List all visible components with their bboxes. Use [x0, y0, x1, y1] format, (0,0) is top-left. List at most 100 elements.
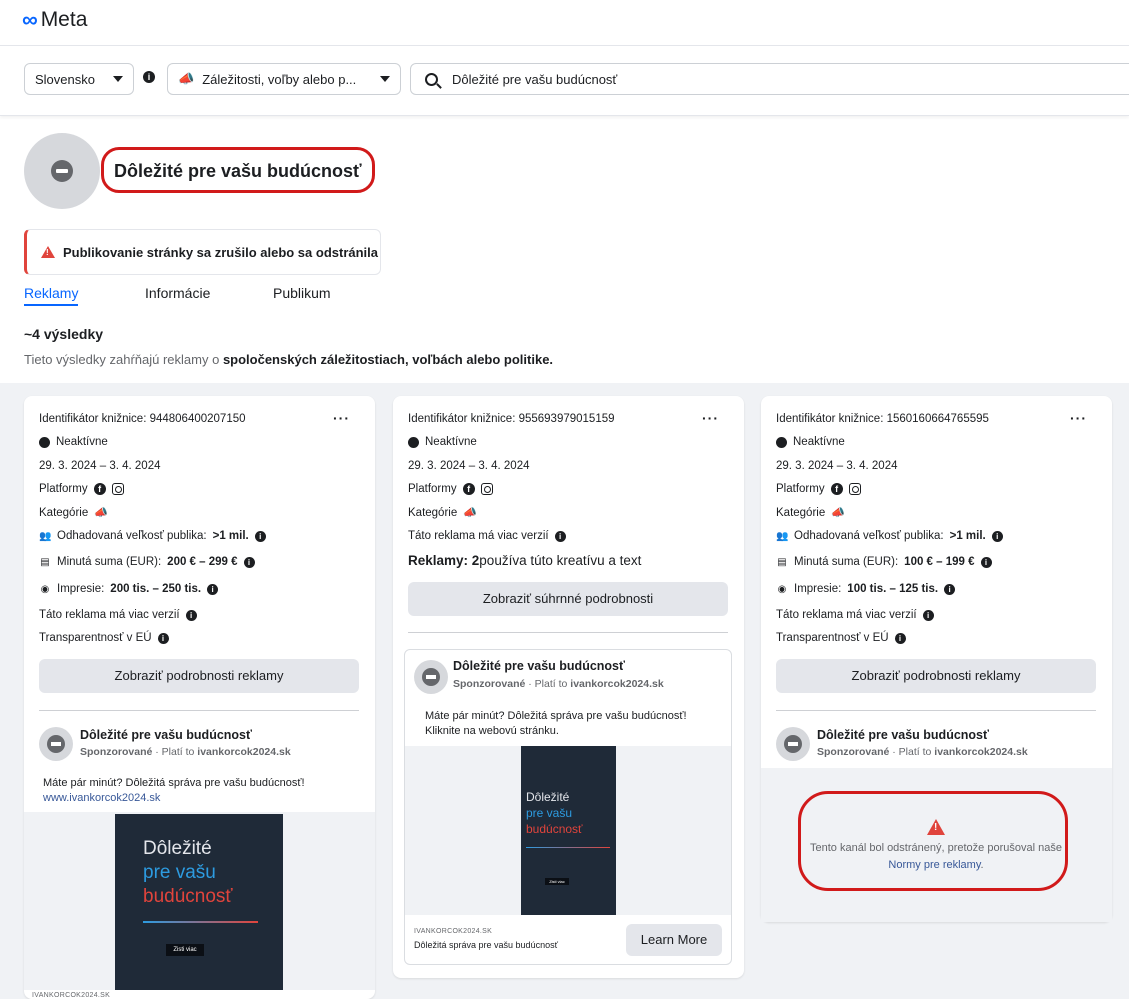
transparency-text: Transparentnosť v EÚ	[39, 632, 152, 644]
info-icon[interactable]: i	[991, 530, 1003, 542]
ad-body-line-2: Kliknite na webovú stránku.	[425, 725, 559, 737]
platforms-label: Platformy	[408, 483, 457, 495]
ad-card: Identifikátor knižnice: 944806400207150 …	[24, 396, 375, 999]
chevron-down-icon	[113, 76, 123, 82]
platforms: Platformy f	[408, 483, 493, 495]
creative-line-3: budúcnosť	[526, 822, 583, 836]
facebook-icon: f	[830, 483, 843, 495]
learn-more-button[interactable]: Learn More	[626, 924, 722, 956]
info-icon[interactable]: i	[554, 530, 566, 542]
platforms: Platformy f	[39, 483, 124, 495]
more-options-icon[interactable]: ···	[333, 410, 350, 426]
ads-count-rest: používa túto kreatívu a text	[479, 553, 642, 568]
platforms-label: Platformy	[776, 483, 825, 495]
results-note-bold: spoločenských záležitostiach, voľbách al…	[222, 352, 554, 367]
money-icon: ▤	[40, 556, 50, 568]
audience-value: >1 mil.	[949, 530, 986, 542]
creative-line-2: pre vašu	[526, 806, 573, 820]
info-icon[interactable]: i	[185, 609, 197, 621]
divider	[408, 632, 728, 633]
more-options-icon[interactable]: ···	[1070, 410, 1087, 426]
creative-line-1: Dôležité	[526, 790, 570, 804]
warning-icon	[41, 246, 55, 258]
advertiser-name[interactable]: Dôležité pre vašu budúcnosť	[80, 728, 252, 742]
paid-by-label: · Platí to	[525, 678, 571, 690]
search-input[interactable]: Dôležité pre vašu budúcnosť	[410, 63, 1129, 95]
sponsored-label: Sponzorované	[453, 678, 526, 690]
creative-line-1: Dôležité	[143, 838, 212, 859]
creative-cta: Zisti viac	[166, 944, 204, 956]
info-icon[interactable]: i	[922, 609, 934, 621]
advertiser-name[interactable]: Dôležité pre vašu budúcnosť	[817, 728, 989, 742]
ad-body-text: Máte pár minút? Dôležitá správa pre vašu…	[43, 777, 305, 789]
advertiser-avatar[interactable]	[776, 727, 810, 761]
info-icon[interactable]: i	[980, 556, 992, 568]
info-icon[interactable]: i	[207, 583, 219, 595]
sponsored-line: Sponzorované · Platí to ivankorcok2024.s…	[453, 678, 664, 690]
payer-name: ivankorcok2024.sk	[197, 746, 291, 758]
info-icon[interactable]: i	[157, 632, 169, 644]
ad-body: Máte pár minút? Dôležitá správa pre vašu…	[425, 709, 725, 739]
advertiser-avatar[interactable]	[39, 727, 73, 761]
removed-notice-end: .	[980, 859, 984, 871]
see-summary-details-button[interactable]: Zobraziť súhrnné podrobnosti	[408, 582, 728, 616]
sponsored-line: Sponzorované · Platí to ivankorcok2024.s…	[80, 746, 291, 758]
divider	[776, 710, 1096, 711]
transparency: Transparentnosť v EÚ i	[776, 632, 906, 644]
impressions-label: Impresie:	[794, 583, 842, 595]
date-range: 29. 3. 2024 – 3. 4. 2024	[39, 460, 161, 472]
advertiser-name[interactable]: Dôležité pre vašu budúcnosť	[453, 659, 625, 673]
people-icon: 👥	[39, 530, 52, 542]
alert-text: Publikovanie stránky sa zrušilo alebo sa…	[63, 244, 379, 260]
ad-standards-link[interactable]: Normy pre reklamy	[888, 859, 980, 871]
megaphone-icon: 📣	[94, 507, 108, 519]
tab-info[interactable]: Informácie	[145, 285, 210, 301]
audience-size: 👥 Odhadovaná veľkosť publika: >1 mil. i	[776, 530, 1003, 542]
versions: Táto reklama má viac verzií i	[39, 609, 197, 621]
ad-creative-image[interactable]: Dôležité pre vašu budúcnosť Zisti viac	[521, 746, 616, 915]
link-domain: IVANKORCOK2024.SK	[32, 992, 111, 999]
spend-value: 200 € – 299 €	[167, 556, 238, 568]
info-icon[interactable]: i	[894, 632, 906, 644]
tab-ads[interactable]: Reklamy	[24, 285, 79, 306]
instagram-icon	[111, 483, 124, 495]
country-select[interactable]: Slovensko	[24, 63, 134, 95]
info-icon[interactable]: i	[243, 556, 255, 568]
warning-icon	[927, 819, 945, 835]
meta-logo-text: Meta	[40, 8, 88, 31]
creative-cta: Zisti viac	[545, 878, 569, 885]
status-text: Neaktívne	[425, 436, 477, 448]
library-id: Identifikátor knižnice: 944806400207150	[39, 413, 246, 425]
ad-preview: Dôležité pre vašu budúcnosť Sponzorované…	[404, 649, 732, 965]
top-header: ∞ Meta	[0, 0, 1129, 46]
status: Neaktívne	[39, 436, 108, 448]
see-ad-details-button[interactable]: Zobraziť podrobnosti reklamy	[39, 659, 359, 693]
tab-audience[interactable]: Publikum	[273, 285, 331, 301]
ad-category-select[interactable]: 📣 Záležitosti, voľby alebo p...	[167, 63, 401, 95]
versions: Táto reklama má viac verzií i	[408, 530, 566, 542]
advertiser-avatar[interactable]	[414, 660, 448, 694]
page-removed-alert: Publikovanie stránky sa zrušilo alebo sa…	[24, 229, 381, 275]
categories-label: Kategórie	[408, 506, 458, 519]
info-icon[interactable]: i	[254, 530, 266, 542]
see-ad-details-button[interactable]: Zobraziť podrobnosti reklamy	[776, 659, 1096, 693]
versions: Táto reklama má viac verzií i	[776, 609, 934, 621]
inactive-icon	[408, 436, 419, 448]
ad-body-link[interactable]: www.ivankorcok2024.sk	[43, 791, 363, 806]
page-avatar	[24, 133, 100, 209]
removed-notice-text: Tento kanál bol odstránený, pretože poru…	[810, 842, 1062, 854]
date-range: 29. 3. 2024 – 3. 4. 2024	[776, 460, 898, 472]
results-note-prefix: Tieto výsledky zahŕňajú reklamy o	[24, 352, 223, 367]
meta-infinity-icon: ∞	[22, 7, 38, 32]
transparency: Transparentnosť v EÚ i	[39, 632, 169, 644]
payer-name: ivankorcok2024.sk	[570, 678, 664, 690]
audience-label: Odhadovaná veľkosť publika:	[57, 530, 207, 542]
inactive-icon	[776, 436, 787, 448]
info-icon[interactable]: i	[944, 583, 956, 595]
info-icon[interactable]: i	[143, 71, 155, 83]
more-options-icon[interactable]: ···	[702, 410, 719, 426]
creative-divider	[526, 847, 610, 848]
status-text: Neaktívne	[793, 436, 845, 448]
ad-creative-image[interactable]: Dôležité pre vašu budúcnosť Zisti viac	[115, 814, 283, 990]
meta-logo[interactable]: ∞ Meta	[22, 8, 87, 32]
